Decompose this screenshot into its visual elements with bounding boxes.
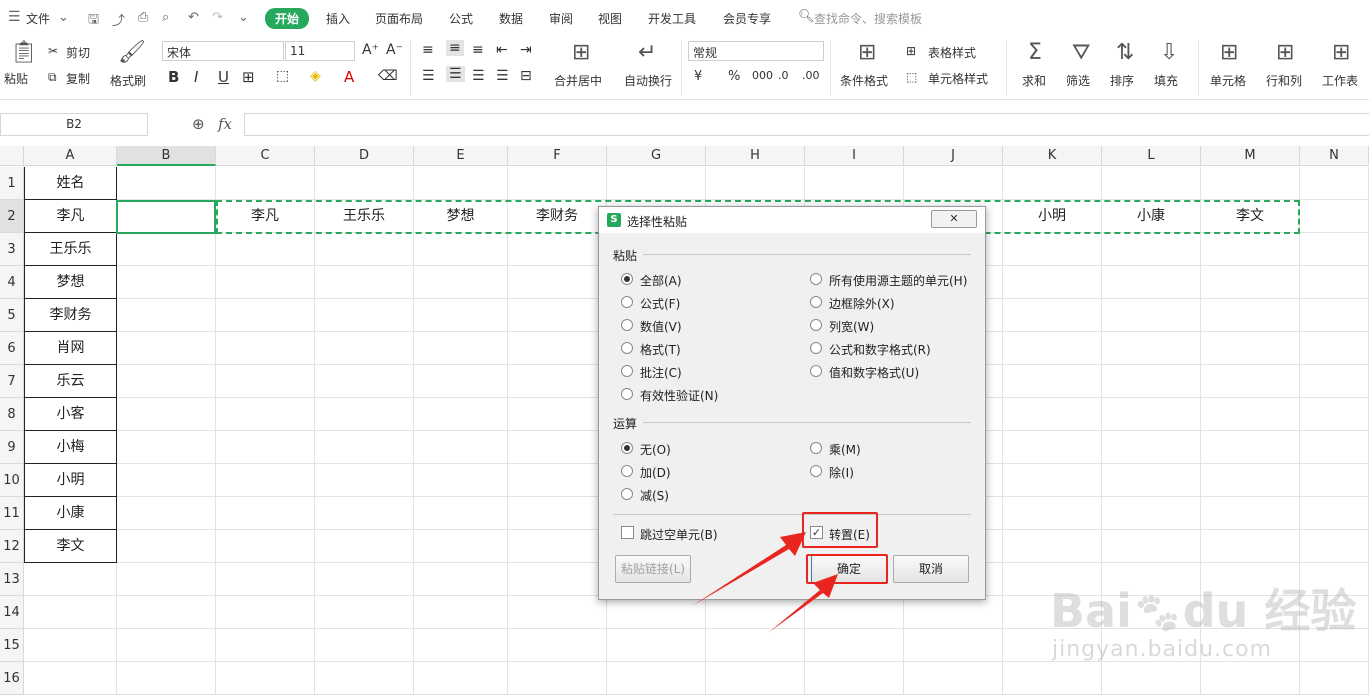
baidu-watermark: Bai🐾︎du 经验 bbox=[1050, 575, 1356, 641]
arrow-to-transpose bbox=[692, 532, 806, 606]
watermark-cn: 经验 bbox=[1264, 584, 1357, 638]
watermark-url: jingyan.baidu.com bbox=[1052, 637, 1273, 662]
arrow-to-ok bbox=[768, 574, 838, 633]
watermark-brand2: du bbox=[1182, 584, 1249, 638]
paw-icon: 🐾︎ bbox=[1131, 591, 1183, 637]
watermark-brand: Bai bbox=[1050, 584, 1132, 638]
